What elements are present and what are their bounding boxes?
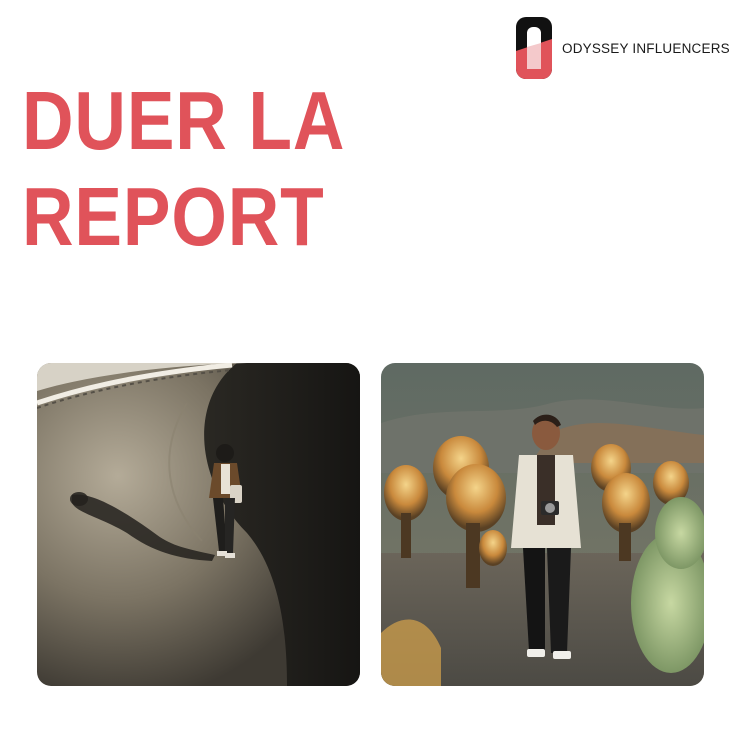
report-title-line-2: REPORT: [22, 170, 325, 263]
brand-header: ODYSSEY INFLUENCERS: [516, 17, 730, 79]
report-title-line-1: DUER LA: [22, 74, 346, 167]
brand-name: ODYSSEY INFLUENCERS: [562, 40, 730, 56]
skate-bowl-photo: [37, 363, 360, 686]
desert-cactus-photo: [381, 363, 704, 686]
report-title: DUER LA REPORT: [22, 73, 345, 265]
odyssey-o-logo-icon: [516, 17, 552, 79]
